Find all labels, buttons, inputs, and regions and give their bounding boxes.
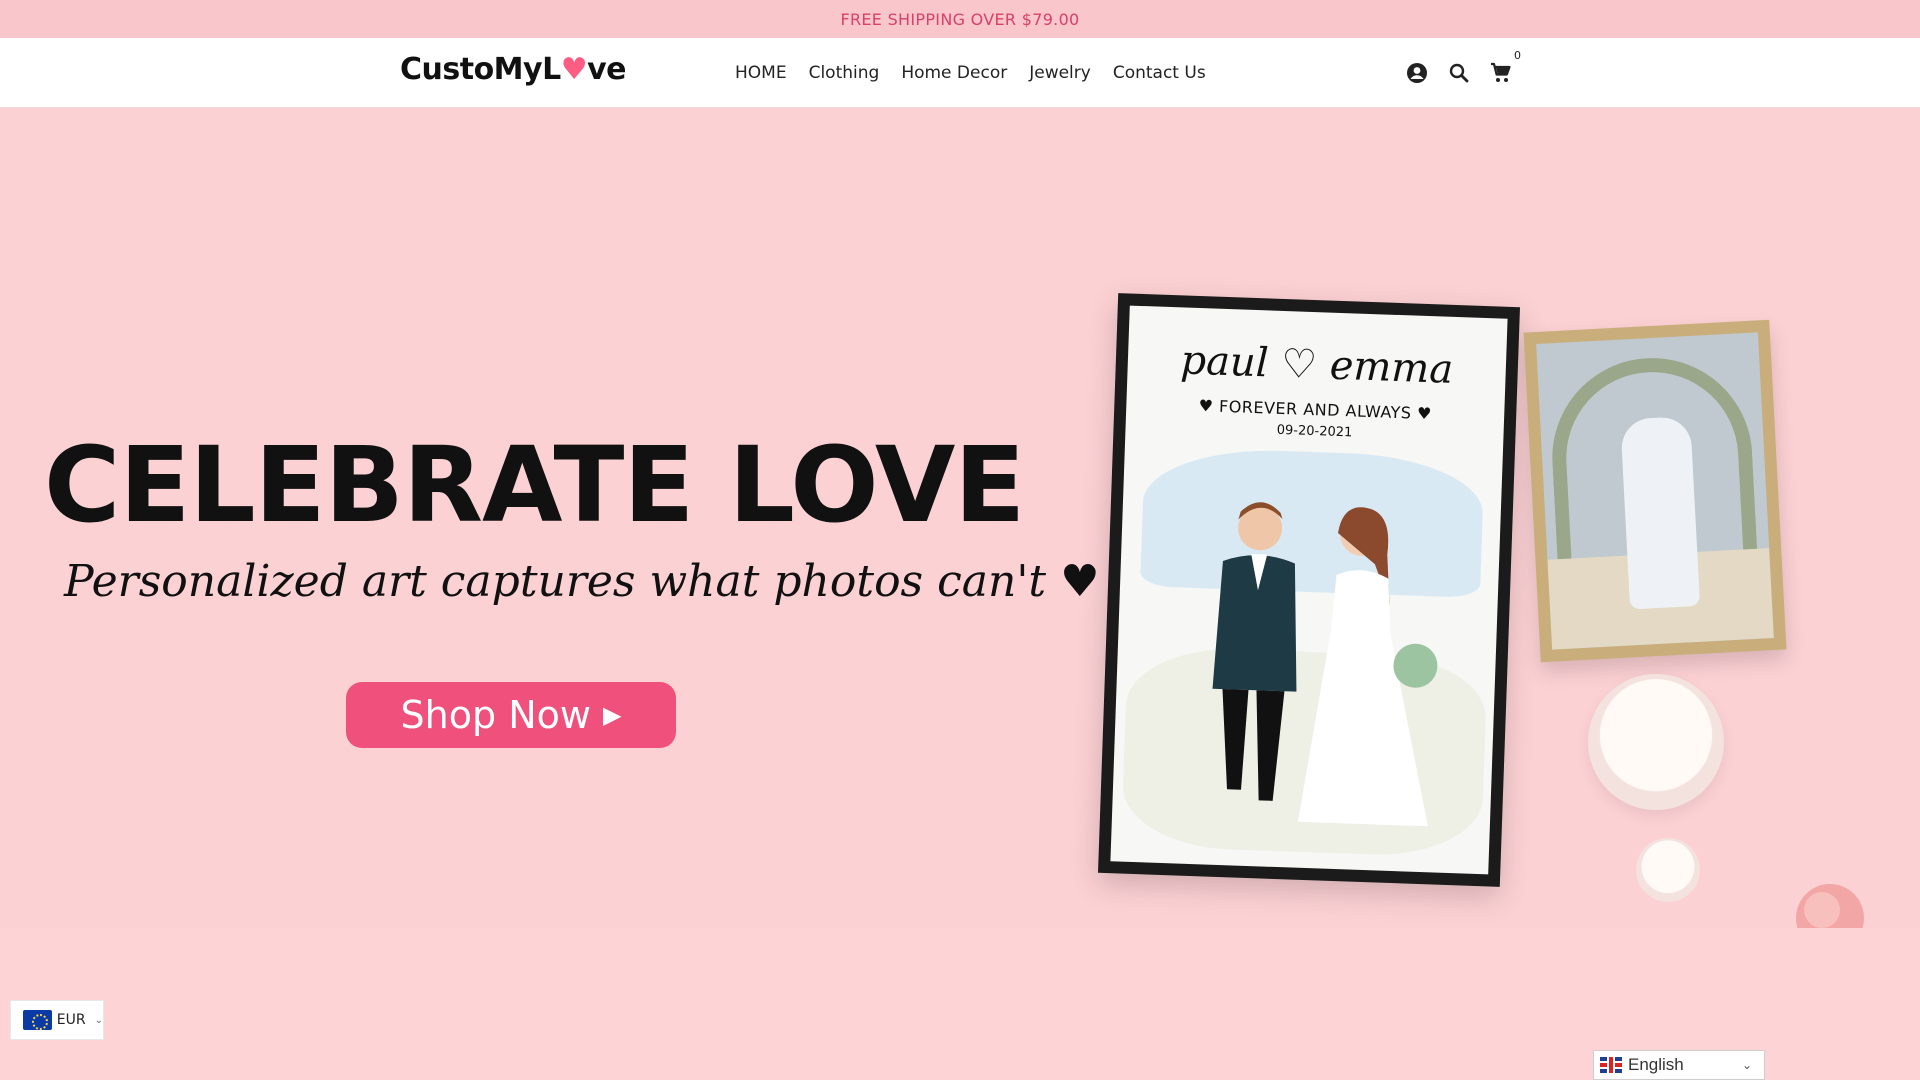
nav-contact-us[interactable]: Contact Us (1113, 63, 1206, 83)
portrait-frame: paul ♡ emma ♥ FOREVER AND ALWAYS ♥ 09-20… (1098, 293, 1520, 887)
nav-jewelry[interactable]: Jewelry (1029, 63, 1091, 83)
cart-button[interactable]: 0 (1489, 49, 1521, 85)
main-nav: HOME Clothing Home Decor Jewelry Contact… (735, 38, 1206, 108)
hero-banner[interactable]: CELEBRATE LOVE Personalized art captures… (0, 108, 1920, 928)
nav-home[interactable]: HOME (735, 63, 787, 83)
uk-flag-icon (1600, 1057, 1622, 1073)
nav-home-decor[interactable]: Home Decor (901, 63, 1007, 83)
hero-subtitle-text: Personalized art captures what photos ca… (64, 556, 1047, 607)
chevron-down-icon: ⌄ (94, 1014, 103, 1026)
portrait-artwork: paul ♡ emma ♥ FOREVER AND ALWAYS ♥ 09-20… (1110, 305, 1508, 875)
shop-now-button[interactable]: Shop Now ▶ (346, 682, 676, 748)
shop-now-label: Shop Now (400, 693, 591, 737)
account-button[interactable] (1405, 61, 1429, 85)
language-label: English (1628, 1055, 1684, 1074)
announcement-bar: FREE SHIPPING OVER $79.00 (0, 0, 1920, 38)
logo-heart-icon: ♥ (560, 52, 588, 87)
announcement-text: FREE SHIPPING OVER $79.00 (840, 9, 1080, 29)
photo-frame (1523, 319, 1787, 663)
header-actions: 0 (1405, 38, 1521, 108)
photo-couple (1620, 416, 1701, 610)
candle-small (1636, 838, 1700, 902)
logo-text-1: CustoMyL (400, 52, 561, 87)
hero-title: CELEBRATE LOVE (44, 424, 1025, 546)
search-icon (1449, 63, 1469, 83)
play-arrow-icon: ▶ (602, 701, 622, 729)
site-logo[interactable]: CustoMyL ♥ ve (400, 52, 627, 87)
bride-illustration (1297, 507, 1438, 827)
cart-count-badge: 0 (1514, 49, 1521, 62)
search-button[interactable] (1447, 61, 1471, 85)
nav-clothing[interactable]: Clothing (809, 63, 880, 83)
language-selector[interactable]: English ⌄ (1593, 1050, 1765, 1080)
cart-icon (1491, 62, 1511, 82)
heart-icon: ♥ (1060, 556, 1100, 607)
eu-flag-icon (23, 1010, 52, 1030)
account-icon (1407, 63, 1427, 83)
currency-code: EUR (56, 1012, 86, 1028)
chevron-down-icon: ⌄ (1741, 1058, 1752, 1072)
artwork-names: paul ♡ emma (1179, 337, 1454, 393)
candle-large (1588, 674, 1724, 810)
hero-subtitle: Personalized art captures what photos ca… (64, 556, 1100, 607)
logo-text-2: ve (587, 52, 627, 87)
site-header: CustoMyL ♥ ve HOME Clothing Home Decor Jew… (0, 38, 1920, 108)
currency-selector[interactable]: EUR ⌄ (10, 1000, 104, 1040)
rose-decoration-icon (1796, 884, 1864, 928)
wedding-photo (1536, 332, 1774, 650)
